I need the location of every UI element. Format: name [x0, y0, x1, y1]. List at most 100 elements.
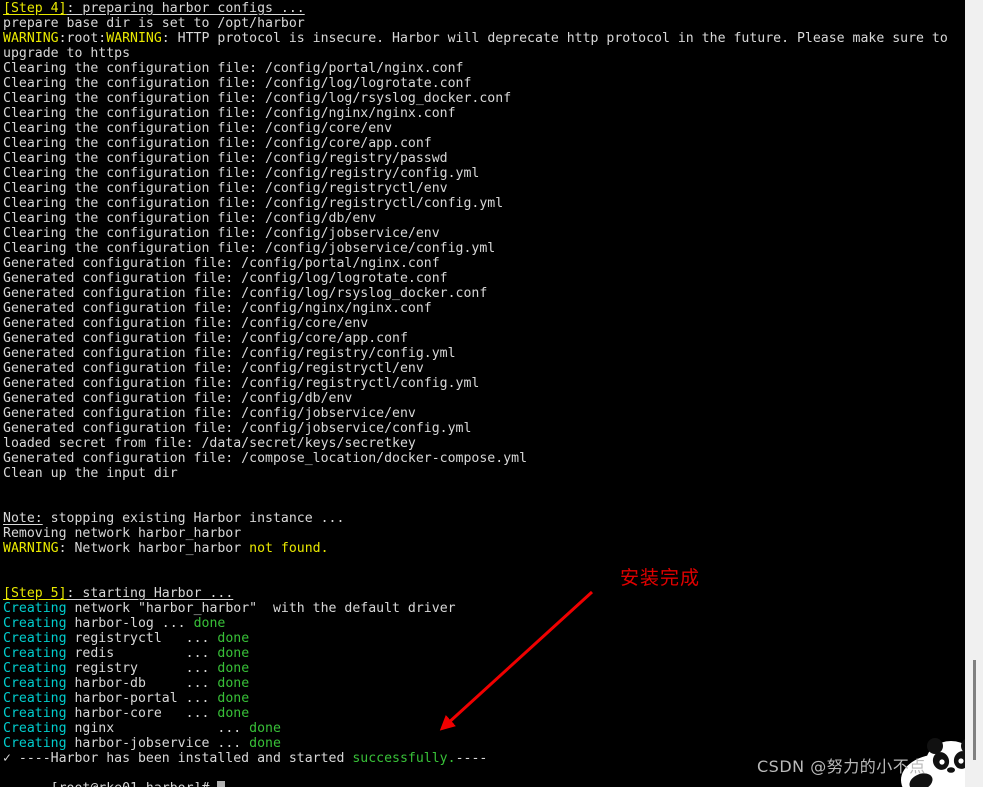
terminal-line: Generated configuration file: /config/lo…: [0, 271, 965, 286]
scrollbar-thumb[interactable]: [973, 660, 976, 760]
terminal-text-segment: registryctl ...: [66, 631, 218, 646]
terminal-text-segment: done: [193, 616, 226, 631]
terminal-line: Creating harbor-jobservice ... done: [0, 736, 965, 751]
terminal-text-segment: Creating: [3, 721, 67, 736]
terminal-text-segment: Clearing the configuration file: /config…: [3, 121, 393, 136]
terminal-text-segment: Creating: [3, 676, 67, 691]
terminal-line: Clearing the configuration file: /config…: [0, 76, 965, 91]
terminal-line: Generated configuration file: /config/po…: [0, 256, 965, 271]
terminal-text-segment: Generated configuration file: /config/re…: [3, 346, 456, 361]
terminal-text-segment: [Step 5]: [3, 586, 67, 601]
terminal-text-segment: Generated configuration file: /config/co…: [3, 316, 369, 331]
terminal-line: Clearing the configuration file: /config…: [0, 211, 965, 226]
terminal-text-segment: Note:: [3, 511, 43, 526]
terminal-text-segment: Generated configuration file: /config/lo…: [3, 286, 488, 301]
terminal-line: Creating harbor-log ... done: [0, 616, 965, 631]
terminal-line: WARNING: Network harbor_harbor not found…: [0, 541, 965, 556]
terminal-text-segment: Clean up the input dir: [3, 466, 178, 481]
terminal-line: Removing network harbor_harbor: [0, 526, 965, 541]
terminal-text-segment: Creating: [3, 601, 67, 616]
terminal-text-segment: Generated configuration file: /config/co…: [3, 331, 408, 346]
terminal-text-segment: harbor-db ...: [66, 676, 218, 691]
terminal-line: Creating registryctl ... done: [0, 631, 965, 646]
terminal-text-segment: done: [249, 736, 281, 751]
terminal-line: Creating nginx ... done: [0, 721, 965, 736]
terminal-text-segment: Generated configuration file: /config/re…: [3, 361, 424, 376]
terminal-text-segment: Clearing the configuration file: /config…: [3, 241, 496, 256]
terminal-text-segment: : starting Harbor ...: [66, 586, 234, 601]
terminal-text-segment: Generated configuration file: /config/re…: [3, 376, 480, 391]
terminal-text-segment: stopping existing Harbor instance ...: [42, 511, 345, 526]
terminal-text-segment: WARNING: [106, 31, 162, 46]
terminal-line: WARNING:root:WARNING: HTTP protocol is i…: [0, 31, 965, 46]
terminal-line: Generated configuration file: /config/co…: [0, 331, 965, 346]
terminal-text-segment: Creating: [3, 706, 67, 721]
terminal-output-area[interactable]: [Step 4]: preparing harbor configs ... pr…: [0, 0, 965, 787]
terminal-line: Creating registry ... done: [0, 661, 965, 676]
terminal-line: Creating network "harbor_harbor" with th…: [0, 601, 965, 616]
terminal-line: Creating redis ... done: [0, 646, 965, 661]
terminal-line: Clearing the configuration file: /config…: [0, 226, 965, 241]
terminal-text-segment: Generated configuration file: /config/po…: [3, 256, 440, 271]
terminal-text-segment: Clearing the configuration file: /config…: [3, 151, 448, 166]
terminal-text-segment: Generated configuration file: /config/jo…: [3, 421, 472, 436]
terminal-line: Generated configuration file: /config/re…: [0, 346, 965, 361]
terminal-line: Note: stopping existing Harbor instance …: [0, 511, 965, 526]
terminal-text-segment: loaded secret from file: /data/secret/ke…: [3, 436, 416, 451]
terminal-text-segment: ✓ ----Harbor has been installed and star…: [3, 751, 353, 766]
terminal-text-segment: Creating: [3, 646, 67, 661]
terminal-text-segment: done: [217, 676, 250, 691]
terminal-text-segment: :root:: [58, 31, 107, 46]
terminal-text-segment: Creating: [3, 691, 67, 706]
terminal-text-segment: Generated configuration file: /config/lo…: [3, 271, 448, 286]
terminal-text-segment: Clearing the configuration file: /config…: [3, 61, 464, 76]
terminal-line: Clearing the configuration file: /config…: [0, 121, 965, 136]
terminal-line: upgrade to https: [0, 46, 965, 61]
terminal-text-segment: Clearing the configuration file: /config…: [3, 91, 512, 106]
terminal-text-segment: Creating: [3, 616, 67, 631]
terminal-text-segment: done: [217, 706, 250, 721]
terminal-line: [Step 5]: starting Harbor ...: [0, 586, 965, 601]
terminal-text-segment: network "harbor_harbor" with the default…: [66, 601, 456, 616]
terminal-line: Generated configuration file: /config/db…: [0, 391, 965, 406]
terminal-text-segment: redis ...: [66, 646, 218, 661]
terminal-line: Creating harbor-db ... done: [0, 676, 965, 691]
terminal-text-segment: Generated configuration file: /config/db…: [3, 391, 353, 406]
terminal-line: Clearing the configuration file: /config…: [0, 196, 965, 211]
terminal-line: Generated configuration file: /config/jo…: [0, 406, 965, 421]
csdn-watermark-text: CSDN @努力的小不点: [757, 757, 926, 776]
annotation-label: 安装完成: [620, 567, 701, 589]
terminal-text-segment: WARNING: [3, 541, 59, 556]
terminal-text-segment: Clearing the configuration file: /config…: [3, 226, 440, 241]
terminal-text-segment: prepare base dir is set to /opt/harbor: [3, 16, 305, 31]
terminal-text-segment: Removing network harbor_harbor: [3, 526, 242, 541]
terminal-line: [Step 4]: preparing harbor configs ...: [0, 1, 965, 16]
terminal-text-segment: Clearing the configuration file: /config…: [3, 211, 377, 226]
terminal-line: Generated configuration file: /compose_l…: [0, 451, 965, 466]
text-cursor: [217, 781, 226, 787]
terminal-line: Generated configuration file: /config/lo…: [0, 286, 965, 301]
terminal-text-segment: Clearing the configuration file: /config…: [3, 196, 504, 211]
terminal-screen: [Step 4]: preparing harbor configs ... pr…: [0, 0, 983, 787]
terminal-line: Generated configuration file: /config/ng…: [0, 301, 965, 316]
terminal-text-segment: done: [249, 721, 281, 736]
terminal-line: loaded secret from file: /data/secret/ke…: [0, 436, 965, 451]
terminal-text-segment: Clearing the configuration file: /config…: [3, 76, 472, 91]
terminal-line: Clearing the configuration file: /config…: [0, 241, 965, 256]
terminal-text-segment: Clearing the configuration file: /config…: [3, 106, 456, 121]
terminal-line: Generated configuration file: /config/re…: [0, 376, 965, 391]
terminal-text-segment: : HTTP protocol is insecure. Harbor will…: [161, 31, 948, 46]
terminal-text-segment: Generated configuration file: /config/jo…: [3, 406, 416, 421]
terminal-text-segment: harbor-core ...: [66, 706, 218, 721]
terminal-line-list: [Step 4]: preparing harbor configs ... pr…: [0, 1, 965, 766]
terminal-text-segment: Creating: [3, 661, 67, 676]
terminal-text-segment: Generated configuration file: /compose_l…: [3, 451, 528, 466]
terminal-text-segment: Clearing the configuration file: /config…: [3, 136, 432, 151]
terminal-line: Clearing the configuration file: /config…: [0, 136, 965, 151]
terminal-text-segment: harbor-log ...: [66, 616, 194, 631]
terminal-text-segment: Clearing the configuration file: /config…: [3, 181, 448, 196]
